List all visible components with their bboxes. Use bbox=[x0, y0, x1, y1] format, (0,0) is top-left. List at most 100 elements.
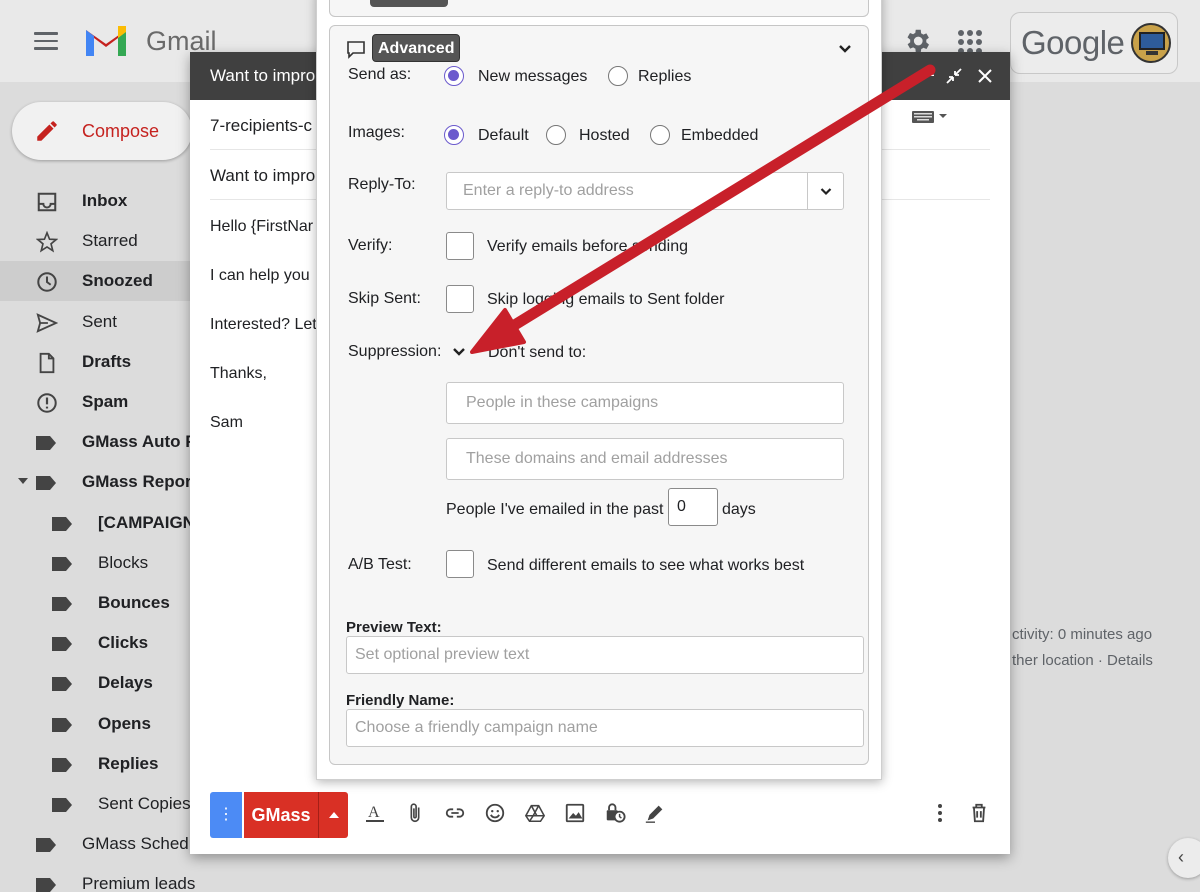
sidebar-item-inbox[interactable]: Inbox bbox=[0, 181, 200, 221]
body-line: Sam bbox=[210, 414, 243, 431]
side-panel-toggle[interactable]: ‹ bbox=[1168, 838, 1200, 878]
images-hosted-radio[interactable] bbox=[546, 125, 566, 145]
reply-to-dropdown-button[interactable] bbox=[807, 173, 843, 209]
google-drive-icon[interactable] bbox=[524, 802, 546, 824]
label-tag-icon bbox=[52, 714, 74, 736]
send-icon bbox=[36, 312, 59, 334]
advanced-section: Advanced Send as: New messages Replies I… bbox=[329, 25, 869, 765]
sidebar-item-sent[interactable]: Sent bbox=[0, 302, 200, 342]
skip-sent-text[interactable]: Skip logging emails to Sent folder bbox=[487, 291, 724, 309]
sidebar-item-label: Sent Copies bbox=[98, 794, 191, 813]
exit-fullscreen-icon[interactable] bbox=[946, 68, 962, 84]
label-tag-icon bbox=[52, 593, 74, 615]
gmass-options-button[interactable] bbox=[318, 792, 348, 838]
close-icon[interactable] bbox=[978, 69, 992, 83]
sidebar-item-label: Clicks bbox=[98, 633, 149, 652]
images-embedded-radio[interactable] bbox=[650, 125, 670, 145]
confidential-mode-icon[interactable] bbox=[604, 802, 626, 824]
google-account-area[interactable]: Google bbox=[1010, 12, 1178, 74]
suppression-campaigns-input[interactable]: People in these campaigns bbox=[446, 382, 844, 424]
preview-text-placeholder: Set optional preview text bbox=[355, 646, 530, 663]
send-as-label: Send as: bbox=[348, 66, 412, 83]
images-embedded-label[interactable]: Embedded bbox=[681, 127, 758, 145]
sidebar-item-premium-leads[interactable]: Premium leads bbox=[0, 864, 200, 892]
chevron-down-icon[interactable] bbox=[838, 44, 852, 54]
main-menu-icon[interactable] bbox=[34, 32, 58, 50]
sidebar-item-starred[interactable]: Starred bbox=[0, 221, 200, 261]
sidebar-item-campaign[interactable]: [CAMPAIGN bbox=[0, 503, 200, 543]
sidebar-item-gmass-auto-f[interactable]: GMass Auto F bbox=[0, 422, 200, 462]
send-as-new-messages-label[interactable]: New messages bbox=[478, 68, 587, 86]
label-tag-icon bbox=[36, 874, 58, 892]
location-details-text[interactable]: ther location · Details bbox=[1012, 652, 1153, 669]
expand-caret-icon[interactable] bbox=[18, 478, 28, 484]
images-default-radio[interactable] bbox=[444, 125, 464, 145]
reply-to-input[interactable]: Enter a reply-to address bbox=[446, 172, 844, 210]
sidebar-item-bounces[interactable]: Bounces bbox=[0, 583, 200, 623]
sidebar-item-opens[interactable]: Opens bbox=[0, 704, 200, 744]
verify-checkbox[interactable] bbox=[446, 232, 474, 260]
account-avatar[interactable] bbox=[1131, 23, 1171, 63]
sidebar-item-clicks[interactable]: Clicks bbox=[0, 623, 200, 663]
gmail-logo-icon[interactable] bbox=[82, 22, 130, 58]
suppression-chevron-icon[interactable] bbox=[452, 347, 466, 357]
sidebar-item-snoozed[interactable]: Snoozed bbox=[0, 261, 200, 301]
reply-to-label: Reply-To: bbox=[348, 176, 416, 193]
gmass-settings-button[interactable]: ⋮ bbox=[210, 792, 242, 838]
attach-file-icon[interactable] bbox=[404, 802, 426, 824]
sidebar-item-drafts[interactable]: Drafts bbox=[0, 342, 200, 382]
skip-sent-checkbox[interactable] bbox=[446, 285, 474, 313]
sidebar-item-label: Drafts bbox=[82, 352, 132, 371]
google-apps-icon[interactable] bbox=[958, 30, 982, 54]
text-formatting-icon[interactable]: A bbox=[364, 802, 386, 824]
images-default-label[interactable]: Default bbox=[478, 127, 529, 145]
sidebar-item-delays[interactable]: Delays bbox=[0, 663, 200, 703]
sidebar-item-label: Blocks bbox=[98, 553, 149, 572]
suppression-domains-placeholder: These domains and email addresses bbox=[466, 450, 728, 467]
signature-pen-icon[interactable] bbox=[644, 802, 666, 824]
suppression-title: Don't send to: bbox=[488, 344, 587, 361]
body-line: Interested? Let bbox=[210, 316, 317, 333]
sidebar-item-spam[interactable]: Spam bbox=[0, 382, 200, 422]
keyboard-icon[interactable] bbox=[912, 108, 948, 124]
emoji-icon[interactable] bbox=[484, 802, 506, 824]
body-line: Hello {FirstNar bbox=[210, 218, 314, 235]
inbox-icon bbox=[36, 191, 58, 213]
label-tag-icon bbox=[36, 834, 58, 856]
svg-text:A: A bbox=[368, 804, 380, 821]
images-hosted-label[interactable]: Hosted bbox=[579, 127, 630, 145]
insert-photo-icon[interactable] bbox=[564, 802, 586, 824]
verify-text[interactable]: Verify emails before sending bbox=[487, 238, 688, 256]
sidebar-item-gmass-sched[interactable]: GMass Sched bbox=[0, 824, 200, 864]
friendly-name-input[interactable]: Choose a friendly campaign name bbox=[346, 709, 864, 747]
suppression-domains-input[interactable]: These domains and email addresses bbox=[446, 438, 844, 480]
send-as-replies-label[interactable]: Replies bbox=[638, 68, 691, 86]
speech-bubble-icon bbox=[347, 41, 365, 59]
discard-draft-icon[interactable] bbox=[968, 802, 990, 824]
clock-icon bbox=[36, 271, 58, 293]
spam-alert-icon bbox=[36, 392, 58, 414]
sidebar-item-replies[interactable]: Replies bbox=[0, 744, 200, 784]
send-as-replies-radio[interactable] bbox=[608, 66, 628, 86]
sidebar-item-label: Spam bbox=[82, 392, 129, 411]
emailed-past-days-input[interactable]: 0 bbox=[668, 488, 718, 526]
ab-test-text[interactable]: Send different emails to see what works … bbox=[487, 557, 804, 575]
more-options-icon[interactable] bbox=[938, 804, 942, 825]
compose-button[interactable]: Compose bbox=[12, 102, 192, 160]
sidebar-item-sent-copies[interactable]: Sent Copies bbox=[0, 784, 200, 824]
ab-test-checkbox[interactable] bbox=[446, 550, 474, 578]
body-line: Thanks, bbox=[210, 365, 267, 382]
sidebar-item-gmass-repor[interactable]: GMass Repor bbox=[0, 462, 200, 502]
sidebar-item-blocks[interactable]: Blocks bbox=[0, 543, 200, 583]
gmass-settings-panel: Advanced Send as: New messages Replies I… bbox=[316, 0, 882, 780]
send-as-new-messages-radio[interactable] bbox=[444, 66, 464, 86]
insert-link-icon[interactable] bbox=[444, 802, 466, 824]
draft-file-icon bbox=[36, 352, 58, 374]
compose-window: Want to impro — 7-recipients-c Want to i… bbox=[190, 0, 1010, 854]
label-tag-icon bbox=[52, 794, 74, 816]
minimize-icon[interactable]: — bbox=[916, 64, 934, 85]
advanced-label[interactable]: Advanced bbox=[372, 34, 461, 62]
gmass-send-button[interactable]: GMass bbox=[244, 792, 318, 838]
preview-text-input[interactable]: Set optional preview text bbox=[346, 636, 864, 674]
google-wordmark: Google bbox=[1021, 24, 1125, 61]
